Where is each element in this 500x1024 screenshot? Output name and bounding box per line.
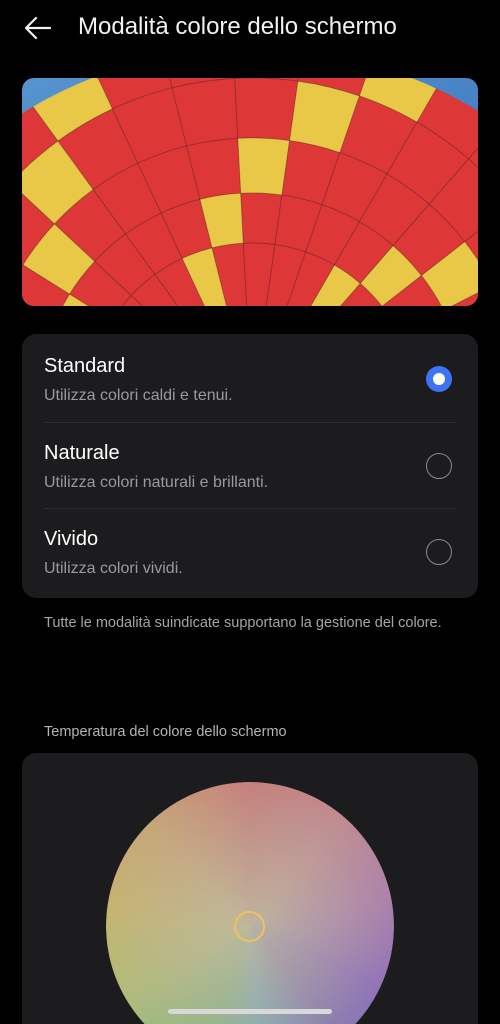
mode-name: Naturale [44, 442, 120, 464]
mode-option-naturale[interactable]: Naturale Utilizza colori naturali e bril… [22, 421, 478, 507]
wheel-saturation-layer [106, 782, 394, 1024]
app-bar: Modalità colore dello schermo [0, 0, 500, 56]
screen: Modalità colore dello schermo Standard U… [0, 0, 500, 1024]
mode-description: Utilizza colori caldi e tenui. [44, 387, 233, 404]
temperature-card [22, 753, 478, 1024]
home-indicator[interactable] [168, 1009, 332, 1014]
radio-button[interactable] [426, 453, 452, 479]
radio-button-selected[interactable] [426, 366, 452, 392]
preview-image [22, 78, 478, 306]
arrow-left-icon [24, 16, 52, 40]
radio-button[interactable] [426, 539, 452, 565]
mode-option-vivido[interactable]: Vivido Utilizza colori vividi. [22, 507, 478, 593]
color-mode-card: Standard Utilizza colori caldi e tenui. … [22, 334, 478, 598]
mode-description: Utilizza colori vividi. [44, 560, 183, 577]
page-title: Modalità colore dello schermo [78, 13, 397, 40]
mode-description: Utilizza colori naturali e brillanti. [44, 474, 269, 491]
color-temperature-wheel[interactable] [106, 782, 394, 1024]
mode-name: Vivido [44, 528, 99, 550]
temperature-section-label: Temperatura del colore dello schermo [44, 724, 287, 740]
hot-air-balloon-image [22, 78, 478, 306]
color-management-note: Tutte le modalità suindicate supportano … [44, 615, 442, 631]
mode-name: Standard [44, 355, 126, 377]
back-button[interactable] [18, 8, 58, 48]
temperature-picker-thumb[interactable] [234, 911, 265, 942]
mode-option-standard[interactable]: Standard Utilizza colori caldi e tenui. [22, 334, 478, 420]
